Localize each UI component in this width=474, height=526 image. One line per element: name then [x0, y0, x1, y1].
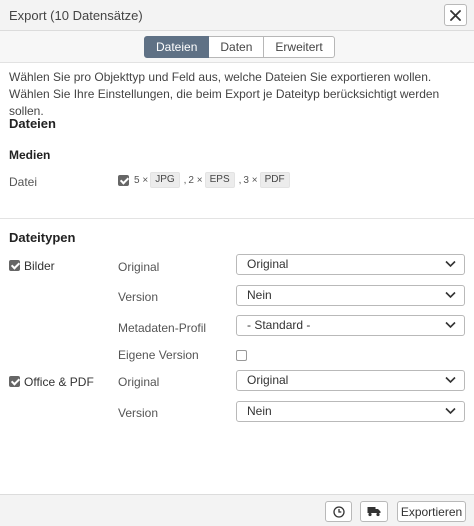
file-count-eps: 2 ×: [188, 174, 203, 186]
delivery-button[interactable]: [360, 501, 388, 522]
tab-bar: Dateien Daten Erweitert: [0, 31, 474, 63]
file-type-chip-jpg: JPG: [150, 172, 180, 188]
eigene-version-checkbox[interactable]: [236, 350, 247, 361]
tab-dateien[interactable]: Dateien: [144, 36, 210, 58]
field-label-original: Original: [118, 260, 160, 274]
tab-group: Dateien Daten Erweitert: [144, 36, 335, 58]
field-label-metadaten-profil: Metadaten-Profil: [118, 321, 207, 335]
chevron-down-icon: [445, 376, 456, 384]
file-type-chip-eps: EPS: [204, 172, 235, 188]
office-original-select[interactable]: Original: [236, 370, 465, 391]
clock-icon: [332, 505, 345, 518]
bilder-version-select[interactable]: Nein: [236, 285, 465, 306]
office-version-select[interactable]: Nein: [236, 401, 465, 422]
group-label-bilder: Bilder: [24, 259, 55, 273]
separator: ,: [238, 174, 242, 186]
separator: ,: [183, 174, 187, 186]
office-pdf-checkbox[interactable]: [9, 376, 20, 387]
datei-checkbox[interactable]: [118, 174, 129, 186]
export-dialog: Export (10 Datensätze) Dateien Daten Erw…: [0, 0, 474, 526]
history-button[interactable]: [325, 501, 352, 522]
bilder-metadaten-profil-select[interactable]: - Standard -: [236, 315, 465, 336]
subheading-medien: Medien: [9, 148, 51, 162]
chevron-down-icon: [445, 321, 456, 329]
bilder-checkbox[interactable]: [9, 260, 20, 271]
select-value: Nein: [247, 288, 272, 302]
section-heading-dateien: Dateien: [9, 116, 56, 131]
select-value: Original: [247, 373, 289, 387]
select-value: Original: [247, 257, 289, 271]
chevron-down-icon: [445, 407, 456, 415]
section-heading-dateitypen: Dateitypen: [9, 230, 76, 245]
truck-icon: [367, 507, 381, 517]
close-button[interactable]: [444, 4, 467, 26]
file-summary: 5 × JPG , 2 × EPS , 3 × PDF: [118, 172, 292, 188]
tab-erweitert[interactable]: Erweitert: [264, 36, 335, 58]
file-count-pdf: 3 ×: [243, 174, 258, 186]
close-icon: [450, 9, 461, 21]
field-label-original: Original: [118, 375, 160, 389]
dialog-titlebar: Export (10 Datensätze): [0, 0, 474, 31]
select-value: - Standard -: [247, 318, 311, 332]
field-label-version: Version: [118, 406, 159, 420]
field-label-version: Version: [118, 290, 159, 304]
tab-daten[interactable]: Daten: [209, 36, 265, 58]
chevron-down-icon: [445, 291, 456, 299]
select-value: Nein: [247, 404, 272, 418]
section-divider: [0, 218, 474, 219]
dialog-title: Export (10 Datensätze): [9, 8, 143, 23]
field-label-eigene-version: Eigene Version: [118, 348, 199, 362]
file-type-chip-pdf: PDF: [259, 172, 290, 188]
chevron-down-icon: [445, 260, 456, 268]
export-button[interactable]: Exportieren: [397, 501, 466, 522]
description-text: Wählen Sie pro Objekttyp und Feld aus, w…: [9, 70, 440, 118]
group-label-office-pdf: Office & PDF: [24, 375, 94, 389]
file-count-jpg: 5 ×: [134, 174, 149, 186]
bilder-original-select[interactable]: Original: [236, 254, 465, 275]
dialog-footer: Exportieren: [0, 494, 474, 526]
field-label-datei: Datei: [9, 175, 38, 189]
